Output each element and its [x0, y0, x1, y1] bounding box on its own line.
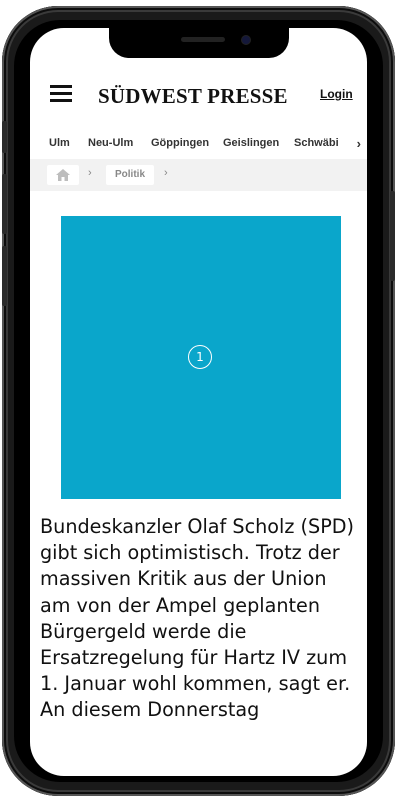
hero-image[interactable]: 1: [61, 216, 341, 499]
volume-down-button: [2, 246, 7, 306]
phone-screen: SÜDWEST PRESSE Login Ulm Neu-Ulm Göpping…: [30, 28, 367, 776]
site-header: SÜDWEST PRESSE Login: [30, 78, 367, 110]
breadcrumb-separator: ›: [88, 167, 92, 179]
region-nav-item-goeppingen[interactable]: Göppingen: [151, 137, 209, 149]
notch: [109, 28, 289, 58]
article-teaser: Bundeskanzler Olaf Scholz (SPD) gibt sic…: [40, 515, 355, 722]
image-number-badge: 1: [188, 345, 212, 369]
breadcrumb-separator: ›: [164, 167, 168, 179]
home-icon: [56, 169, 70, 181]
region-nav-item-geislingen[interactable]: Geislingen: [223, 137, 279, 149]
region-nav: Ulm Neu-Ulm Göppingen Geislingen Schwäbi…: [30, 134, 367, 154]
site-logo[interactable]: SÜDWEST PRESSE: [98, 84, 288, 109]
hamburger-menu-icon[interactable]: [50, 85, 74, 103]
region-nav-fade: [339, 134, 367, 154]
login-link[interactable]: Login: [320, 87, 353, 101]
volume-up-button: [2, 174, 7, 234]
region-nav-item-ulm[interactable]: Ulm: [49, 137, 70, 149]
region-nav-item-neu-ulm[interactable]: Neu-Ulm: [88, 137, 133, 149]
chevron-right-icon[interactable]: ›: [357, 136, 361, 151]
mute-switch: [2, 121, 7, 153]
breadcrumb-section-politik[interactable]: Politik: [106, 165, 155, 185]
front-camera: [242, 36, 250, 44]
power-button: [390, 191, 395, 281]
breadcrumb: › Politik ›: [30, 159, 367, 191]
breadcrumb-home[interactable]: [47, 165, 79, 185]
region-nav-item-schwaebisch[interactable]: Schwäbi: [294, 137, 339, 149]
speaker-grille: [181, 37, 225, 42]
